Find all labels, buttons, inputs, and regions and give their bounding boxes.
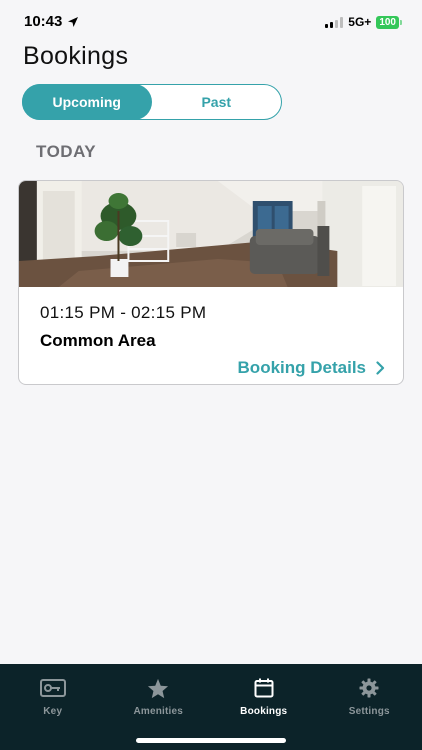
booking-location: Common Area (40, 331, 156, 350)
status-indicators: 5G+ 100 (325, 15, 402, 29)
booking-details-link[interactable]: Booking Details (238, 358, 385, 378)
chevron-right-icon (376, 361, 385, 375)
booking-time-range: 01:15 PM - 02:15 PM (40, 303, 207, 322)
key-card-icon (39, 677, 66, 699)
home-indicator[interactable] (136, 738, 286, 743)
booking-details-label: Booking Details (237, 358, 366, 377)
tab-settings-label: Settings (348, 706, 390, 717)
status-bar: 10:43 5G+ 100 (0, 0, 422, 44)
tab-past[interactable]: Past (152, 85, 282, 119)
tab-bookings-label: Bookings (240, 706, 288, 717)
booking-filter-segmented-control: Upcoming Past (22, 84, 282, 120)
star-icon (145, 677, 171, 699)
clock-text: 10:43 (24, 13, 63, 30)
battery-level: 100 (376, 15, 399, 29)
signal-icon (325, 16, 344, 28)
calendar-icon (251, 677, 277, 699)
network-label: 5G+ (348, 15, 372, 29)
amenity-photo (19, 181, 403, 287)
section-header-today: TODAY (36, 142, 97, 161)
page-title: Bookings (23, 42, 129, 70)
tab-key[interactable]: Key (0, 664, 106, 750)
booking-card[interactable]: 01:15 PM - 02:15 PM Common Area Booking … (18, 180, 404, 385)
tab-settings[interactable]: Settings (317, 664, 422, 750)
gear-icon (356, 677, 382, 699)
tab-amenities-label: Amenities (133, 706, 184, 717)
status-time: 10:43 (24, 13, 79, 30)
battery-icon: 100 (376, 15, 402, 29)
tab-upcoming[interactable]: Upcoming (22, 84, 152, 120)
tab-key-label: Key (43, 706, 63, 717)
location-arrow-icon (68, 16, 79, 27)
